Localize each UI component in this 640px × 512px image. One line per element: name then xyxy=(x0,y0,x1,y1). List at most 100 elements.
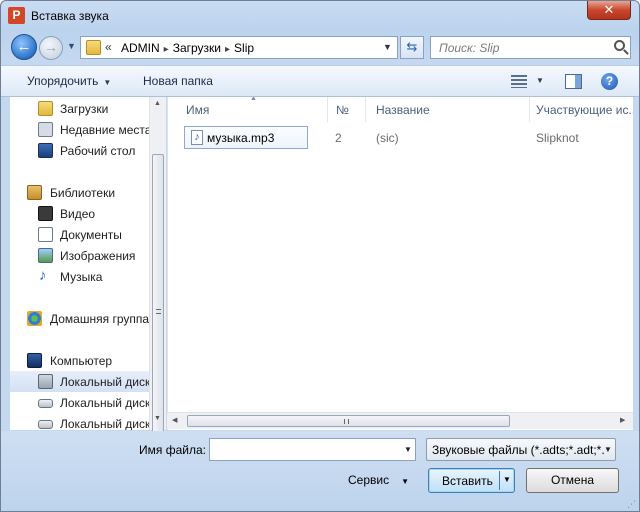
scroll-right-icon[interactable]: ▶ xyxy=(620,416,625,424)
column-header-title[interactable]: Название xyxy=(366,97,530,122)
table-row[interactable]: ♪ музыка.mp3 2 (sic) Slipknot xyxy=(184,126,633,149)
sidebar-item-label: Компьютер xyxy=(50,354,113,368)
breadcrumb: ADMIN ▸ Загрузки ▸ Slip xyxy=(121,41,254,55)
insert-options-dropdown-icon[interactable]: ▼ xyxy=(503,475,511,484)
sidebar-scroll-thumb[interactable] xyxy=(152,154,164,450)
breadcrumb-admin[interactable]: ADMIN xyxy=(121,41,160,55)
sort-ascending-icon: ▲ xyxy=(250,97,257,102)
folder-icon xyxy=(86,40,101,55)
scroll-left-icon[interactable]: ◀ xyxy=(172,416,177,424)
libraries-icon xyxy=(27,185,42,200)
filename-dropdown-icon[interactable]: ▼ xyxy=(404,445,412,454)
chevron-down-icon: ▼ xyxy=(604,445,612,454)
breadcrumb-separator-icon[interactable]: ▸ xyxy=(164,44,169,55)
file-list: ▲ Имя № Название Участвующие ис... ♪ муз… xyxy=(167,97,633,430)
recent-places-icon xyxy=(38,122,53,137)
sidebar-item-video[interactable]: Видео xyxy=(10,203,150,224)
sidebar-item-label: Библиотеки xyxy=(50,186,116,200)
history-dropdown-icon[interactable]: ▼ xyxy=(67,41,76,51)
close-button[interactable]: ✕ xyxy=(587,1,631,20)
breadcrumb-downloads[interactable]: Загрузки xyxy=(173,41,221,55)
breadcrumb-separator-icon[interactable]: ▸ xyxy=(225,44,230,55)
sidebar-item-label: Документы xyxy=(60,228,122,242)
track-title: (sic) xyxy=(376,131,399,145)
filename-combobox[interactable]: ▼ xyxy=(209,438,416,461)
dialog-footer: Имя файла: ▼ Звуковые файлы (*.adts;*.ad… xyxy=(1,431,639,511)
column-header-number[interactable]: № xyxy=(328,97,366,122)
column-header-name[interactable]: ▲ Имя xyxy=(168,97,328,122)
cancel-button[interactable]: Отмена xyxy=(526,468,619,493)
local-disk-icon xyxy=(38,420,53,429)
file-type-value: Звуковые файлы (*.adts;*.adt;*. xyxy=(432,443,605,457)
chevron-down-icon: ▼ xyxy=(103,78,112,87)
preview-pane-icon[interactable] xyxy=(565,74,582,89)
search-icon[interactable] xyxy=(614,40,625,51)
scroll-down-icon[interactable]: ▼ xyxy=(154,415,161,422)
filename-label: Имя файла: xyxy=(139,443,206,457)
sidebar-item-downloads[interactable]: Загрузки xyxy=(10,98,150,119)
split-divider xyxy=(499,471,500,490)
view-dropdown-icon[interactable]: ▼ xyxy=(536,76,544,85)
breadcrumb-root[interactable]: « xyxy=(105,40,112,54)
sidebar-item-label: Локальный диск xyxy=(60,396,151,410)
video-icon xyxy=(38,206,53,221)
organize-button[interactable]: Упорядочить ▼ xyxy=(27,74,111,88)
computer-icon xyxy=(27,353,42,368)
sidebar-item-label: Домашняя группа xyxy=(50,312,150,326)
dialog-window: P Вставка звука ✕ ← → ▼ « ADMIN ▸ Загрузки… xyxy=(0,0,640,512)
sidebar-item-computer[interactable]: Компьютер xyxy=(10,350,150,371)
grip-icon xyxy=(156,309,161,314)
window-title: Вставка звука xyxy=(31,9,109,23)
command-toolbar: Упорядочить ▼ Новая папка ▼ ? xyxy=(1,65,639,97)
chevron-down-icon: ▼ xyxy=(401,477,410,486)
file-type-select[interactable]: Звуковые файлы (*.adts;*.adt;*. ▼ xyxy=(426,438,616,461)
sidebar-item-local-disk-d[interactable]: Локальный диск xyxy=(10,392,150,413)
back-button[interactable]: ← xyxy=(11,34,37,60)
help-icon[interactable]: ? xyxy=(601,73,618,90)
forward-button[interactable]: → xyxy=(39,36,63,60)
file-name: музыка.mp3 xyxy=(207,131,275,145)
address-bar[interactable]: « ADMIN ▸ Загрузки ▸ Slip ▼ xyxy=(80,36,398,59)
images-icon xyxy=(38,248,53,263)
local-disk-windows-icon xyxy=(38,374,53,389)
refresh-button[interactable]: ⇆ xyxy=(400,36,424,59)
sidebar-item-label: Локальный диск xyxy=(60,417,151,430)
sidebar-item-music[interactable]: ♪ Музыка xyxy=(10,266,150,287)
sidebar-item-documents[interactable]: Документы xyxy=(10,224,150,245)
horizontal-scroll-thumb[interactable] xyxy=(187,415,510,427)
sidebar-item-label: Видео xyxy=(60,207,96,221)
homegroup-icon xyxy=(27,311,42,326)
desktop-icon xyxy=(38,143,53,158)
column-header-label: Имя xyxy=(186,103,210,117)
sidebar-item-recent-places[interactable]: Недавние места xyxy=(10,119,151,140)
search-input[interactable] xyxy=(437,39,607,56)
sidebar-item-images[interactable]: Изображения xyxy=(10,245,150,266)
sidebar-item-libraries[interactable]: Библиотеки xyxy=(10,182,150,203)
sidebar-item-local-disk-e[interactable]: Локальный диск xyxy=(10,413,150,430)
tools-button[interactable]: Сервис ▼ xyxy=(348,473,409,487)
address-dropdown-icon[interactable]: ▼ xyxy=(383,42,392,52)
sidebar-item-desktop[interactable]: Рабочий стол xyxy=(10,140,150,161)
title-bar: P Вставка звука ✕ xyxy=(1,1,639,31)
insert-label: Вставить xyxy=(442,474,493,488)
sidebar-item-label: Локальный диск xyxy=(60,375,151,389)
sidebar-item-label: Музыка xyxy=(60,270,103,284)
scroll-up-icon[interactable]: ▲ xyxy=(154,100,161,107)
insert-button[interactable]: Вставить ▼ xyxy=(428,468,515,493)
resize-grip-icon[interactable]: ⋰ xyxy=(627,499,636,510)
navigation-pane: Загрузки Недавние места Рабочий стол Биб… xyxy=(10,97,165,430)
column-header-artist[interactable]: Участвующие ис... xyxy=(530,97,633,122)
sidebar-item-label: Изображения xyxy=(60,249,136,263)
breadcrumb-slip[interactable]: Slip xyxy=(234,41,254,55)
music-file-icon: ♪ xyxy=(191,130,203,145)
file-name-cell[interactable]: ♪ музыка.mp3 xyxy=(184,126,308,149)
new-folder-button[interactable]: Новая папка xyxy=(143,74,213,88)
view-options-icon[interactable] xyxy=(511,75,527,88)
file-list-horizontal-scrollbar[interactable]: ◀ ▶ xyxy=(167,412,633,429)
filename-input[interactable] xyxy=(214,442,394,457)
sidebar-item-local-disk-c[interactable]: Локальный диск xyxy=(10,371,150,392)
sidebar-item-homegroup[interactable]: Домашняя группа xyxy=(10,308,150,329)
sidebar-scrollbar[interactable]: ▲ ▼ xyxy=(149,97,166,450)
organize-label: Упорядочить xyxy=(27,74,99,88)
search-box[interactable] xyxy=(430,36,631,59)
